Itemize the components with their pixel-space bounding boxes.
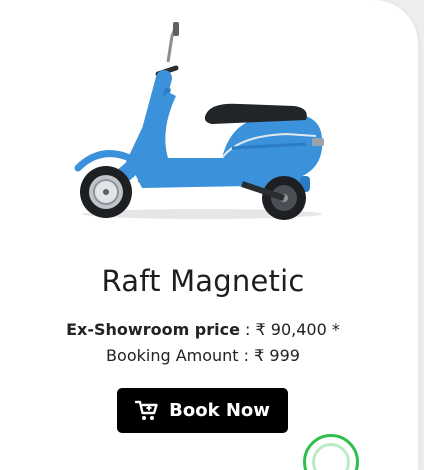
book-now-button[interactable]: Book Now xyxy=(117,388,288,433)
price-separator: : xyxy=(239,320,256,339)
product-name: Raft Magnetic xyxy=(101,264,305,298)
product-card: Raft Magnetic Ex-Showroom price : ₹ 90,4… xyxy=(0,0,418,470)
cart-icon xyxy=(135,400,158,420)
electric-scooter-image xyxy=(74,22,324,220)
book-now-label: Book Now xyxy=(169,400,270,421)
ex-showroom-price: Ex-Showroom price : ₹ 90,400 * xyxy=(0,320,406,339)
booking-amount: Booking Amount : ₹ 999 xyxy=(106,346,300,365)
price-value: ₹ 90,400 * xyxy=(255,320,340,339)
price-label: Ex-Showroom price xyxy=(66,320,240,339)
whatsapp-icon[interactable] xyxy=(303,434,359,470)
